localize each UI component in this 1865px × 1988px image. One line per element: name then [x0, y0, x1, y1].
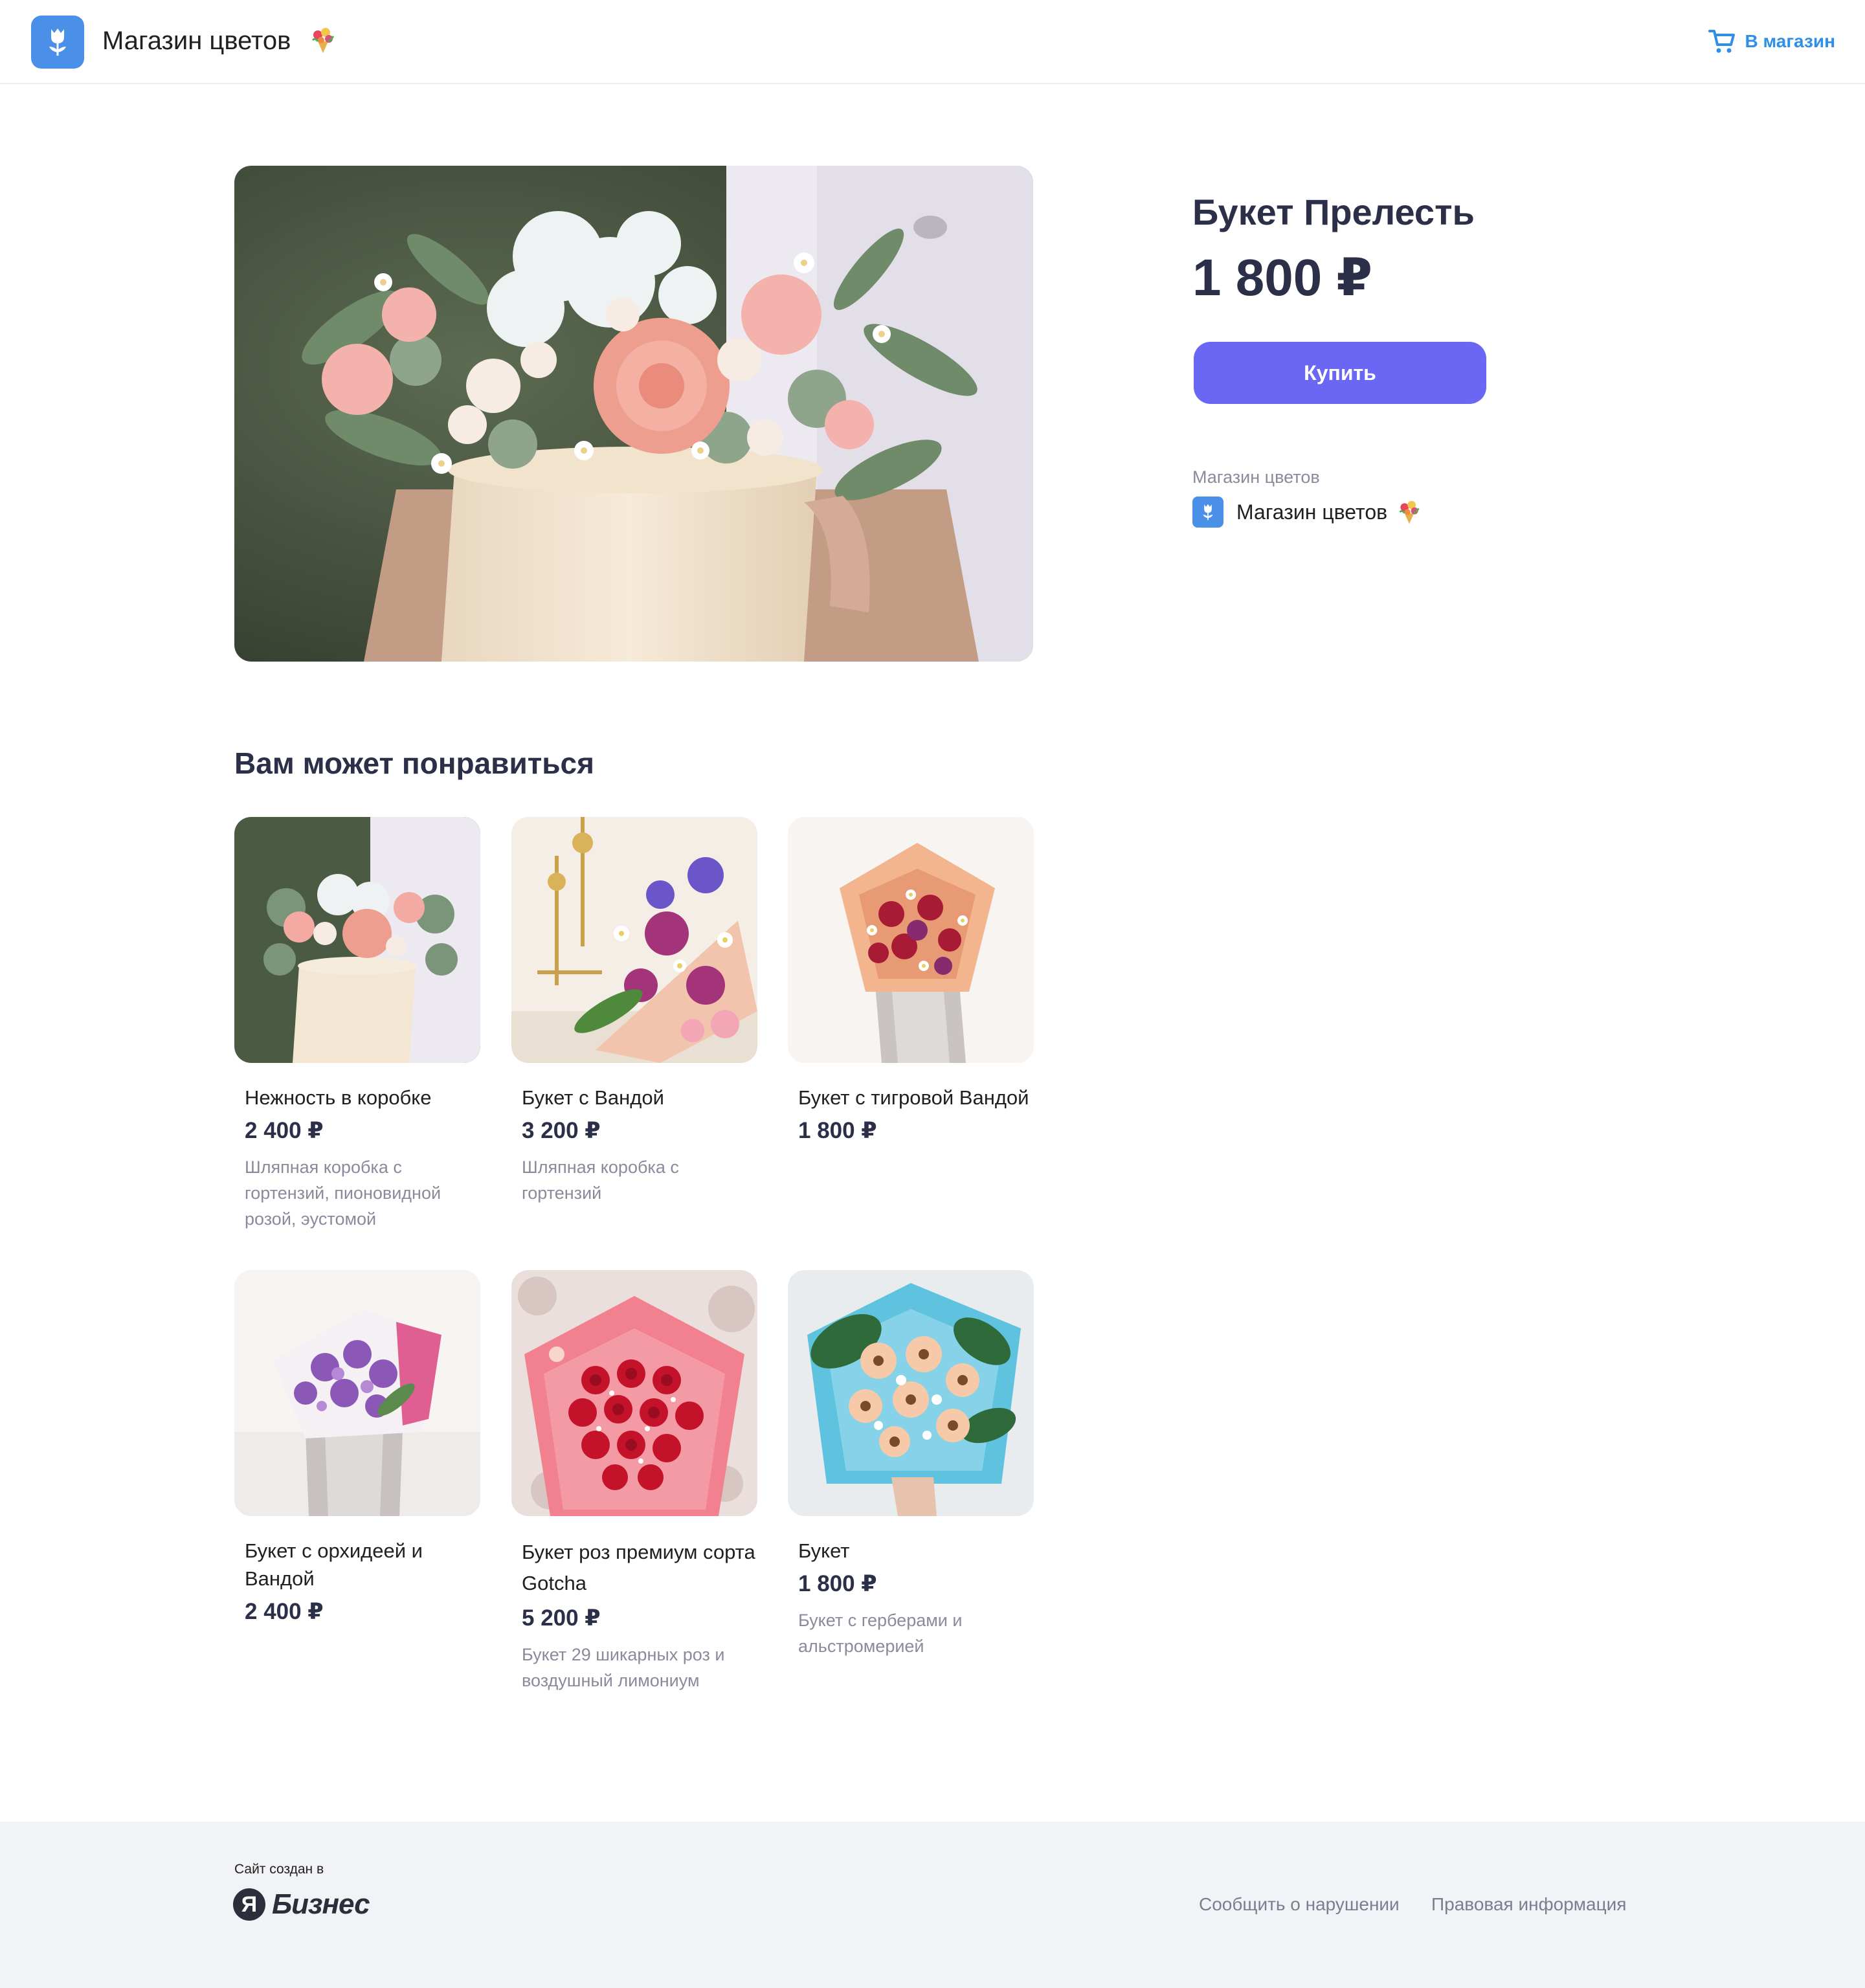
product-card-name[interactable]: Букет — [788, 1537, 1034, 1565]
buy-button[interactable]: Купить — [1194, 342, 1486, 404]
bouquet-emoji-icon — [311, 28, 335, 53]
seller-logo — [1192, 497, 1223, 528]
product-card-image[interactable] — [511, 817, 757, 1063]
business-wordmark: Бизнес — [272, 1888, 370, 1920]
shop-title[interactable]: Магазин цветов — [102, 25, 291, 57]
shop-logo[interactable] — [31, 16, 84, 69]
product-card-price: 1 800 ₽ — [798, 1118, 877, 1143]
recommendations-title: Вам может понравиться — [234, 746, 594, 780]
product-card-price: 3 200 ₽ — [522, 1118, 601, 1143]
product-card-name[interactable]: Букет с орхидеей и Вандой — [234, 1537, 429, 1592]
site-header: Магазин цветов В магазин — [0, 0, 1865, 84]
product-card-photo — [511, 817, 757, 1063]
made-in-caption: Сайт создан в — [234, 1862, 324, 1877]
yandex-logo-icon: Я — [233, 1888, 265, 1921]
report-violation-link[interactable]: Сообщить о нарушении — [1199, 1894, 1400, 1915]
product-card[interactable]: Букет 1 800 ₽ Букет с герберами и альстр… — [788, 1270, 1034, 1659]
product-card-image[interactable] — [234, 1270, 480, 1516]
product-card-photo — [788, 1270, 1034, 1516]
product-card-name[interactable]: Букет с тигровой Вандой — [788, 1084, 1034, 1111]
product-image[interactable] — [234, 166, 1033, 662]
product-card-name[interactable]: Букет роз премиум сорта Gotcha — [511, 1537, 757, 1599]
to-shop-label: В магазин — [1745, 31, 1835, 51]
product-card-image[interactable] — [234, 817, 480, 1063]
product-card-image[interactable] — [788, 1270, 1034, 1516]
seller-link[interactable]: Магазин цветов — [1192, 496, 1422, 528]
product-card-price: 2 400 ₽ — [245, 1599, 324, 1624]
product-card-price: 5 200 ₽ — [522, 1605, 601, 1631]
product-card-name[interactable]: Букет с Вандой — [511, 1084, 757, 1111]
product-card-photo — [511, 1270, 757, 1516]
product-card-price: 1 800 ₽ — [798, 1571, 877, 1596]
product-price: 1 800 ₽ — [1192, 249, 1373, 306]
product-card[interactable]: Букет с Вандой 3 200 ₽ Шляпная коробка с… — [511, 817, 757, 1206]
product-card[interactable]: Нежность в коробке 2 400 ₽ Шляпная короб… — [234, 817, 480, 1232]
tulip-icon — [1203, 504, 1213, 520]
product-card[interactable]: Букет с тигровой Вандой 1 800 ₽ — [788, 817, 1034, 1146]
product-card[interactable]: Букет с орхидеей и Вандой 2 400 ₽ — [234, 1270, 480, 1627]
product-card-name[interactable]: Нежность в коробке — [234, 1084, 480, 1111]
to-shop-link[interactable]: В магазин — [1708, 28, 1835, 54]
product-card-description: Шляпная коробка с гортензий, пионовидной… — [245, 1157, 441, 1229]
cart-icon — [1708, 30, 1736, 53]
bouquet-emoji-icon — [1399, 500, 1420, 524]
product-card-photo — [234, 1270, 480, 1516]
product-card-image[interactable] — [788, 817, 1034, 1063]
tulip-icon — [49, 28, 66, 56]
product-card-photo — [234, 817, 480, 1063]
seller-name: Магазин цветов — [1236, 500, 1388, 524]
product-card-description: Шляпная коробка с гортензий — [522, 1157, 679, 1203]
product-card-description: Букет с герберами и альстромерией — [798, 1611, 963, 1656]
product-photo — [234, 166, 1033, 662]
product-title: Букет Прелесть — [1192, 192, 1475, 232]
seller-caption: Магазин цветов — [1192, 467, 1320, 487]
yandex-business-logo[interactable]: Я Бизнес — [233, 1886, 370, 1923]
product-card-description: Букет 29 шикарных роз и воздушный лимони… — [522, 1645, 725, 1690]
legal-info-link[interactable]: Правовая информация — [1431, 1894, 1626, 1915]
product-card-price: 2 400 ₽ — [245, 1118, 324, 1143]
product-card-photo — [788, 817, 1034, 1063]
product-card-image[interactable] — [511, 1270, 757, 1516]
product-card[interactable]: Букет роз премиум сорта Gotcha 5 200 ₽ Б… — [511, 1270, 757, 1693]
